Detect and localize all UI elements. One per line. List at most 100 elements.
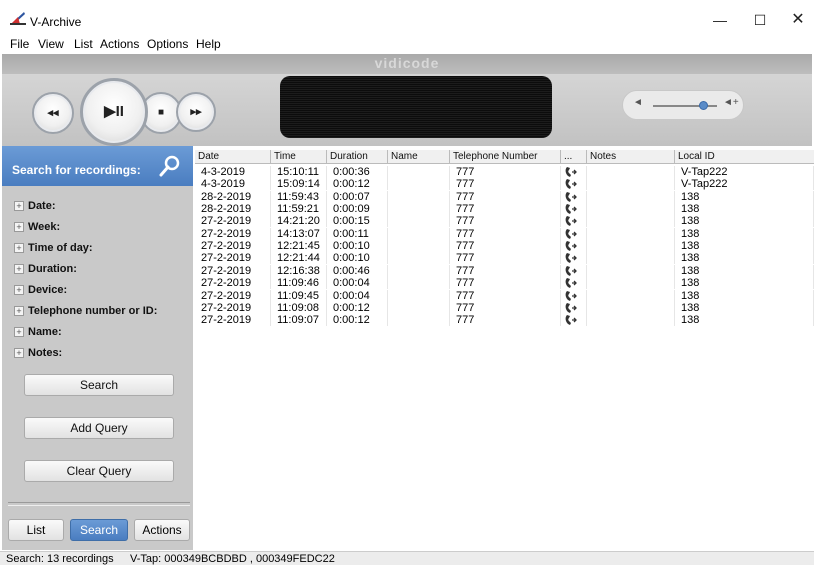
table-row[interactable]: 4-3-2019 15:09:14 0:00:12 777 V-Tap222	[195, 178, 814, 191]
cell-time: 12:16:38	[271, 264, 327, 277]
expand-icon: +	[14, 201, 24, 211]
tab-actions[interactable]: Actions	[134, 519, 190, 541]
outgoing-call-icon	[565, 302, 577, 313]
column-telephone[interactable]: Telephone Number	[450, 150, 561, 164]
expand-icon: +	[14, 348, 24, 358]
minimize-button[interactable]: —	[705, 9, 735, 31]
cell-time: 15:09:14	[271, 178, 327, 191]
cell-date: 28-2-2019	[195, 190, 271, 203]
menu-options[interactable]: Options	[147, 37, 188, 51]
cell-local-id: 138	[675, 215, 814, 228]
search-panel: Search for recordings: + Date: + Week: + Ti…	[2, 146, 193, 550]
table-header: Date Time Duration Name Telephone Number…	[195, 150, 814, 164]
cell-telephone: 777	[450, 166, 561, 178]
search-icon[interactable]	[158, 154, 182, 178]
table-row[interactable]: 27-2-2019 11:09:45 0:00:04 777 138	[195, 289, 814, 302]
menu-help[interactable]: Help	[196, 37, 221, 51]
criterion-telephone[interactable]: + Telephone number or ID:	[14, 305, 157, 317]
outgoing-call-icon	[565, 253, 577, 264]
cell-telephone: 777	[450, 252, 561, 265]
criterion-notes[interactable]: + Notes:	[14, 347, 62, 359]
app-logo-icon	[10, 12, 26, 25]
table-row[interactable]: 27-2-2019 12:21:45 0:00:10 777 138	[195, 240, 814, 253]
outgoing-call-icon	[565, 315, 577, 326]
table-row[interactable]: 27-2-2019 14:13:07 0:00:11 777 138	[195, 227, 814, 240]
close-button[interactable]: ✕	[783, 9, 813, 31]
table-row[interactable]: 27-2-2019 11:09:08 0:00:12 777 138	[195, 301, 814, 314]
outgoing-call-icon	[565, 204, 577, 215]
table-row[interactable]: 27-2-2019 12:21:44 0:00:10 777 138	[195, 252, 814, 265]
cell-local-id: V-Tap222	[675, 166, 814, 178]
cell-time: 11:09:08	[271, 301, 327, 314]
cell-local-id: 138	[675, 277, 814, 290]
search-button[interactable]: Search	[24, 374, 174, 396]
search-header: Search for recordings:	[2, 146, 193, 186]
window-title: V-Archive	[30, 15, 82, 29]
play-pause-button[interactable]: ▶II	[80, 78, 148, 146]
criterion-device[interactable]: + Device:	[14, 284, 67, 296]
cell-local-id: 138	[675, 289, 814, 302]
cell-telephone: 777	[450, 277, 561, 290]
maximize-button[interactable]: ☐	[745, 9, 775, 31]
column-date[interactable]: Date	[195, 150, 271, 164]
cell-duration: 0:00:15	[327, 215, 388, 228]
add-query-button[interactable]: Add Query	[24, 417, 174, 439]
recording-count: Search: 13 recordings	[6, 553, 114, 565]
cell-local-id: 138	[675, 301, 814, 314]
menu-file[interactable]: File	[10, 37, 29, 51]
table-row[interactable]: 27-2-2019 12:16:38 0:00:46 777 138	[195, 264, 814, 277]
column-notes[interactable]: Notes	[587, 150, 675, 164]
cell-duration: 0:00:11	[327, 227, 388, 240]
outgoing-call-icon	[565, 191, 577, 202]
criterion-week[interactable]: + Week:	[14, 221, 60, 233]
column-local-id[interactable]: Local ID	[675, 150, 814, 164]
menu-list[interactable]: List	[74, 37, 93, 51]
tab-list[interactable]: List	[8, 519, 64, 541]
expand-icon: +	[14, 327, 24, 337]
cell-duration: 0:00:12	[327, 178, 388, 191]
table-row[interactable]: 28-2-2019 11:59:21 0:00:09 777 138	[195, 203, 814, 216]
cell-local-id: 138	[675, 314, 814, 327]
cell-date: 27-2-2019	[195, 227, 271, 240]
rewind-button[interactable]: ◂◂	[32, 92, 74, 134]
cell-duration: 0:00:07	[327, 190, 388, 203]
table-row[interactable]: 27-2-2019 14:21:20 0:00:15 777 138	[195, 215, 814, 228]
criterion-duration[interactable]: + Duration:	[14, 263, 77, 275]
cell-time: 11:09:46	[271, 277, 327, 290]
criterion-date[interactable]: + Date:	[14, 200, 56, 212]
table-row[interactable]: 27-2-2019 11:09:07 0:00:12 777 138	[195, 314, 814, 327]
column-time[interactable]: Time	[271, 150, 327, 164]
cell-notes	[587, 289, 675, 302]
expand-icon: +	[14, 243, 24, 253]
fast-forward-button[interactable]: ▸▸	[176, 92, 216, 132]
table-row[interactable]: 28-2-2019 11:59:43 0:00:07 777 138	[195, 190, 814, 203]
clear-query-button[interactable]: Clear Query	[24, 460, 174, 482]
expand-icon: +	[14, 306, 24, 316]
cell-notes	[587, 203, 675, 216]
column-name[interactable]: Name	[388, 150, 450, 164]
cell-telephone: 777	[450, 314, 561, 327]
cell-notes	[587, 264, 675, 277]
cell-notes	[587, 166, 675, 178]
volume-control[interactable]: ◄ ◄+	[622, 90, 744, 120]
fast-forward-icon: ▸▸	[190, 106, 202, 118]
column-direction[interactable]: ...	[561, 150, 587, 164]
tab-search[interactable]: Search	[70, 519, 128, 541]
cell-time: 12:21:44	[271, 252, 327, 265]
cell-telephone: 777	[450, 215, 561, 228]
menu-actions[interactable]: Actions	[100, 37, 139, 51]
criterion-name[interactable]: + Name:	[14, 326, 62, 338]
volume-slider-handle[interactable]	[698, 101, 708, 110]
cell-date: 27-2-2019	[195, 277, 271, 290]
cell-duration: 0:00:12	[327, 301, 388, 314]
criterion-time-of-day[interactable]: + Time of day:	[14, 242, 93, 254]
table-row[interactable]: 4-3-2019 15:10:11 0:00:36 777 V-Tap222	[195, 166, 814, 178]
outgoing-call-icon	[565, 278, 577, 289]
table-row[interactable]: 27-2-2019 11:09:46 0:00:04 777 138	[195, 277, 814, 290]
column-duration[interactable]: Duration	[327, 150, 388, 164]
cell-notes	[587, 277, 675, 290]
menu-view[interactable]: View	[38, 37, 64, 51]
panel-divider	[8, 502, 190, 506]
cell-local-id: V-Tap222	[675, 178, 814, 191]
vtap-info: V-Tap: 000349BCBDBD , 000349FEDC22	[130, 553, 335, 565]
